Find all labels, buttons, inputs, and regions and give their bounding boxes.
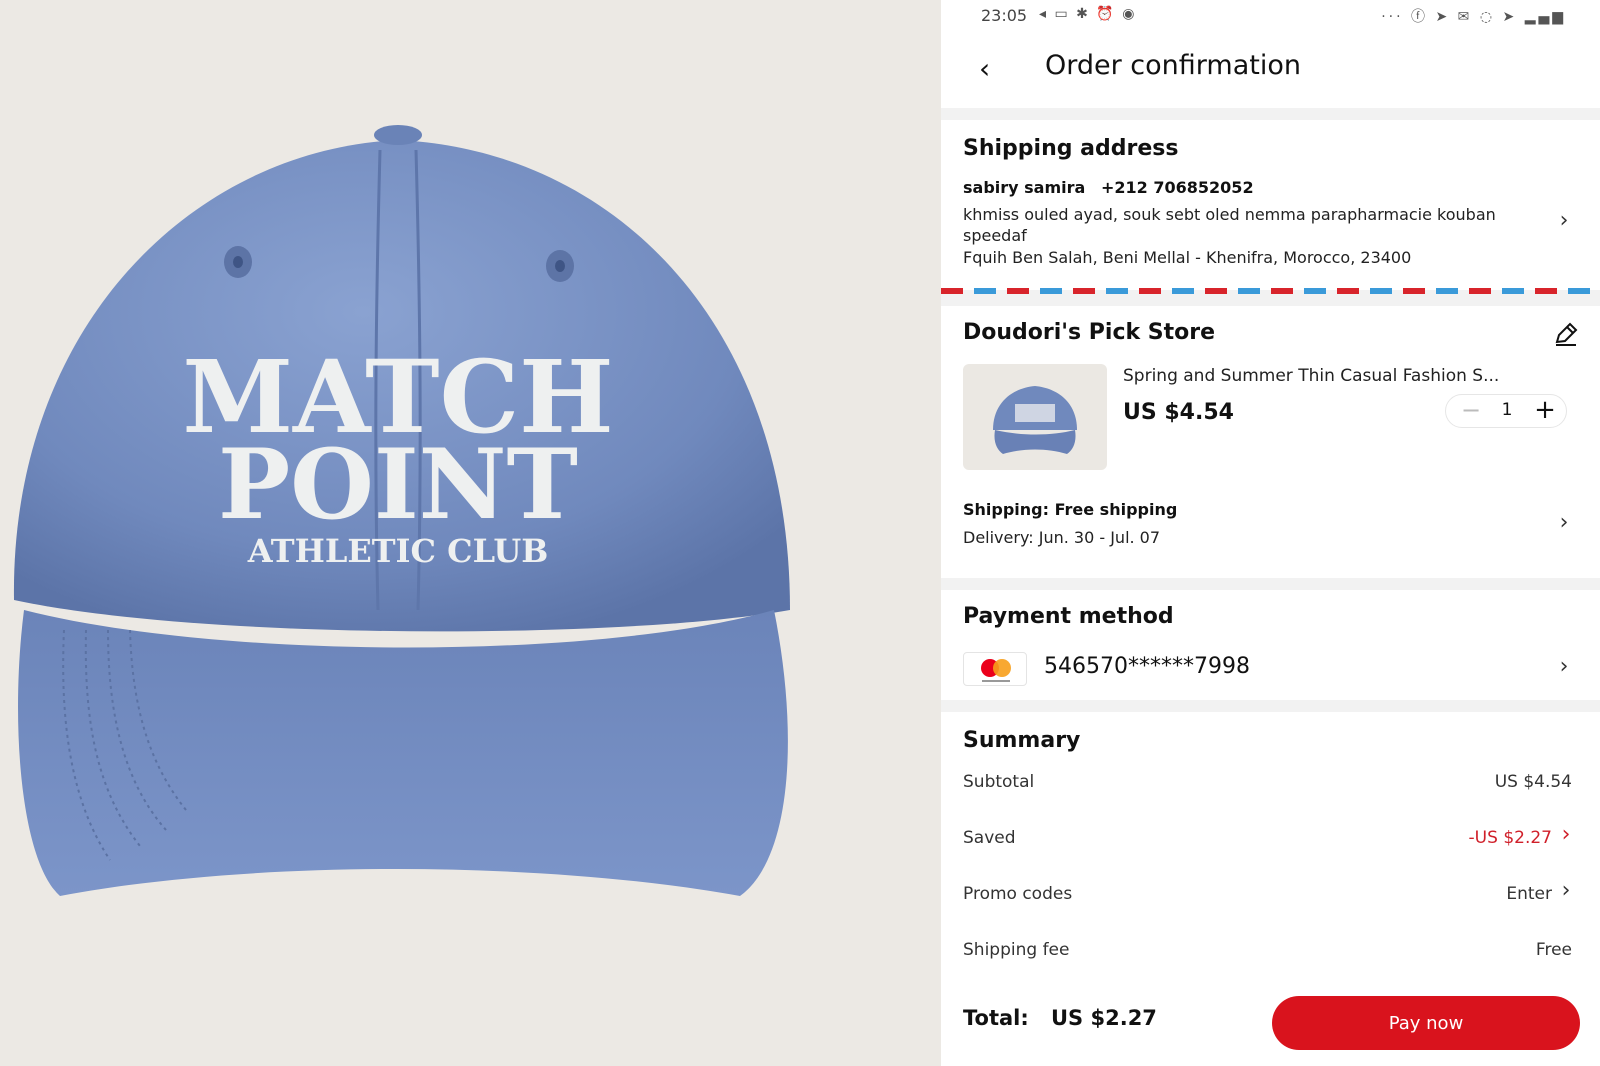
quantity-value[interactable]: 1 bbox=[1492, 400, 1522, 420]
shipping-fee-value: Free bbox=[1535, 940, 1572, 960]
address-line-2: Fquih Ben Salah, Beni Mellal - Khenifra,… bbox=[963, 248, 1412, 267]
increase-quantity-button[interactable]: + bbox=[1530, 395, 1560, 425]
summary-title: Summary bbox=[963, 728, 1081, 753]
address-line-1: khmiss ouled ayad, souk sebt oled nemma … bbox=[963, 205, 1496, 245]
page-title: Order confirmation bbox=[1045, 50, 1301, 81]
shipping-address-title: Shipping address bbox=[963, 136, 1179, 161]
status-icons-left: ◂ ▭ ✱ ⏰ ◉ bbox=[1039, 6, 1137, 22]
product-price: US $4.54 bbox=[1123, 400, 1234, 425]
payment-method-title: Payment method bbox=[963, 604, 1174, 629]
saved-label: Saved bbox=[963, 828, 1016, 848]
cap-illustration: MATCH POINT ATHLETIC CLUB bbox=[13, 125, 791, 896]
status-time: 23:05 bbox=[981, 6, 1028, 25]
subtotal-value: US $4.54 bbox=[1494, 772, 1572, 792]
chevron-right-icon[interactable]: › bbox=[1556, 208, 1572, 233]
cap-thumbnail-icon bbox=[993, 386, 1077, 454]
decrease-quantity-button[interactable]: − bbox=[1456, 396, 1486, 424]
quantity-stepper: − 1 + bbox=[1445, 394, 1567, 428]
product-photo: MATCH POINT ATHLETIC CLUB bbox=[0, 0, 941, 1066]
payment-method-card[interactable]: Payment method 546570******7998 › bbox=[941, 590, 1600, 700]
airmail-divider bbox=[941, 288, 1600, 294]
recipient-phone: +212 706852052 bbox=[1101, 178, 1254, 197]
status-bar: 23:05 ◂ ▭ ✱ ⏰ ◉ ··· ⓕ ➤ ✉ ◌ ➤ ▂▄▆ bbox=[941, 0, 1600, 32]
chevron-right-icon[interactable]: › bbox=[1558, 878, 1574, 903]
shipping-method[interactable]: Shipping: Free shipping bbox=[963, 500, 1177, 519]
order-confirmation-screen: 23:05 ◂ ▭ ✱ ⏰ ◉ ··· ⓕ ➤ ✉ ◌ ➤ ▂▄▆ ‹ Orde… bbox=[941, 0, 1600, 1066]
chevron-right-icon[interactable]: › bbox=[1556, 654, 1572, 679]
edit-pencil-icon[interactable] bbox=[1552, 320, 1580, 348]
promo-codes-label: Promo codes bbox=[963, 884, 1073, 904]
cap-text-point: POINT bbox=[218, 428, 578, 541]
shipping-address-card[interactable]: Shipping address sabiry samira +212 7068… bbox=[941, 120, 1600, 290]
product-title[interactable]: Spring and Summer Thin Casual Fashion S.… bbox=[1123, 366, 1573, 386]
shipping-fee-label: Shipping fee bbox=[963, 940, 1070, 960]
recipient-name: sabiry samira bbox=[963, 178, 1086, 197]
promo-code-enter[interactable]: Enter bbox=[1506, 884, 1552, 904]
store-card: Doudori's Pick Store Spring and Summer T… bbox=[941, 306, 1600, 578]
order-summary: Summary Subtotal US $4.54 Saved -US $2.2… bbox=[941, 712, 1600, 1066]
store-name: Doudori's Pick Store bbox=[963, 320, 1216, 345]
mastercard-logo-icon bbox=[963, 652, 1027, 686]
subtotal-label: Subtotal bbox=[963, 772, 1035, 792]
pay-now-button[interactable]: Pay now bbox=[1272, 996, 1580, 1050]
total-label: Total: bbox=[963, 1006, 1029, 1030]
back-arrow-icon[interactable]: ‹ bbox=[979, 54, 1005, 84]
chevron-right-icon[interactable]: › bbox=[1558, 822, 1574, 847]
saved-value[interactable]: -US $2.27 bbox=[1469, 828, 1552, 848]
delivery-estimate: Delivery: Jun. 30 - Jul. 07 bbox=[963, 528, 1161, 547]
product-thumbnail[interactable] bbox=[963, 364, 1107, 470]
app-header: ‹ Order confirmation bbox=[941, 32, 1600, 108]
cap-text-athletic-club: ATHLETIC CLUB bbox=[247, 532, 549, 570]
status-icons-right: ··· ⓕ ➤ ✉ ◌ ➤ ▂▄▆ bbox=[1381, 9, 1566, 25]
chevron-right-icon[interactable]: › bbox=[1556, 510, 1572, 535]
total-value: US $2.27 bbox=[1051, 1006, 1157, 1030]
card-number: 546570******7998 bbox=[1044, 654, 1250, 679]
